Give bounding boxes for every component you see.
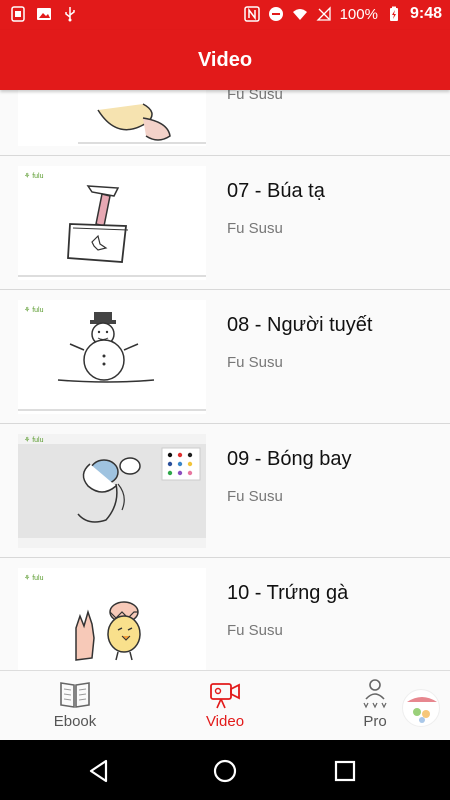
- nav-video-label: Video: [205, 713, 245, 730]
- svg-text:⚘ fulu: ⚘ fulu: [24, 436, 44, 444]
- nav-ebook[interactable]: Ebook: [25, 677, 125, 730]
- svg-text:⚘ fulu: ⚘ fulu: [24, 306, 44, 314]
- no-signal-icon: [316, 6, 331, 21]
- thumbnail-drawing: ⚘ fulu: [18, 306, 206, 411]
- nav-video[interactable]: Video: [175, 677, 275, 730]
- avatar-image: [407, 697, 437, 723]
- thumbnail-drawing: ⚘ fulu: [24, 574, 141, 661]
- list-item[interactable]: ⚘ fulu 10 - Trứng gà Fu Susu: [0, 558, 450, 670]
- list-item[interactable]: ⚘ fulu 09 - Bóng bay Fu Susu: [0, 424, 450, 558]
- app-bar: Video: [0, 30, 450, 90]
- clock: 9:48: [409, 5, 442, 22]
- home-icon[interactable]: [212, 758, 238, 784]
- book-icon: [60, 682, 90, 708]
- list-item[interactable]: Fu Susu: [0, 90, 450, 156]
- thumbnail-drawing: ⚘ fulu: [18, 434, 206, 548]
- battery-percent: 100%: [339, 5, 378, 23]
- video-list[interactable]: Fu Susu ⚘ fulu 07 - Búa tạ Fu Susu ⚘ ful…: [0, 90, 450, 670]
- video-author: Fu Susu: [227, 354, 283, 371]
- video-author: Fu Susu: [227, 622, 283, 639]
- nfc-icon: [243, 6, 260, 22]
- nav-ebook-label: Ebook: [53, 713, 97, 730]
- video-author: Fu Susu: [227, 220, 283, 237]
- image-icon: [37, 8, 51, 20]
- video-thumbnail[interactable]: ⚘ fulu: [18, 166, 206, 280]
- wifi-icon: [292, 9, 307, 20]
- svg-text:⚘ fulu: ⚘ fulu: [24, 574, 44, 582]
- battery-charging-icon: [389, 6, 398, 21]
- list-item[interactable]: ⚘ fulu 07 - Búa tạ Fu Susu: [0, 156, 450, 290]
- video-thumbnail[interactable]: ⚘ fulu: [18, 300, 206, 414]
- user-rating-icon: [363, 679, 387, 709]
- recents-icon[interactable]: [332, 758, 358, 784]
- video-author: Fu Susu: [227, 90, 283, 103]
- bottom-nav: Ebook Video Pro: [0, 670, 450, 740]
- status-bar: 100% 9:48: [0, 0, 450, 30]
- video-author: Fu Susu: [227, 488, 283, 505]
- nav-pro-label: Pro: [363, 713, 387, 730]
- sim-icon: [11, 6, 25, 22]
- video-camera-icon: [210, 683, 240, 709]
- usb-icon: [65, 7, 75, 22]
- system-nav-bar: [0, 740, 450, 800]
- thumbnail-drawing: [78, 103, 206, 144]
- video-title: 10 - Trứng gà: [227, 582, 349, 604]
- video-title: 07 - Búa tạ: [227, 180, 325, 202]
- thumbnail-drawing: ⚘ fulu: [18, 172, 206, 277]
- video-thumbnail[interactable]: ⚘ fulu: [18, 568, 206, 670]
- svg-text:⚘ fulu: ⚘ fulu: [24, 172, 44, 180]
- profile-avatar[interactable]: [402, 689, 440, 727]
- video-title: 08 - Người tuyết: [227, 314, 373, 336]
- back-icon[interactable]: [86, 758, 112, 784]
- video-thumbnail[interactable]: [18, 90, 206, 146]
- video-title: 09 - Bóng bay: [227, 448, 352, 470]
- video-thumbnail[interactable]: ⚘ fulu: [18, 434, 206, 548]
- page-title: Video: [197, 48, 253, 71]
- do-not-disturb-icon: [268, 7, 283, 21]
- list-item[interactable]: ⚘ fulu 08 - Người tuyết Fu Susu: [0, 290, 450, 424]
